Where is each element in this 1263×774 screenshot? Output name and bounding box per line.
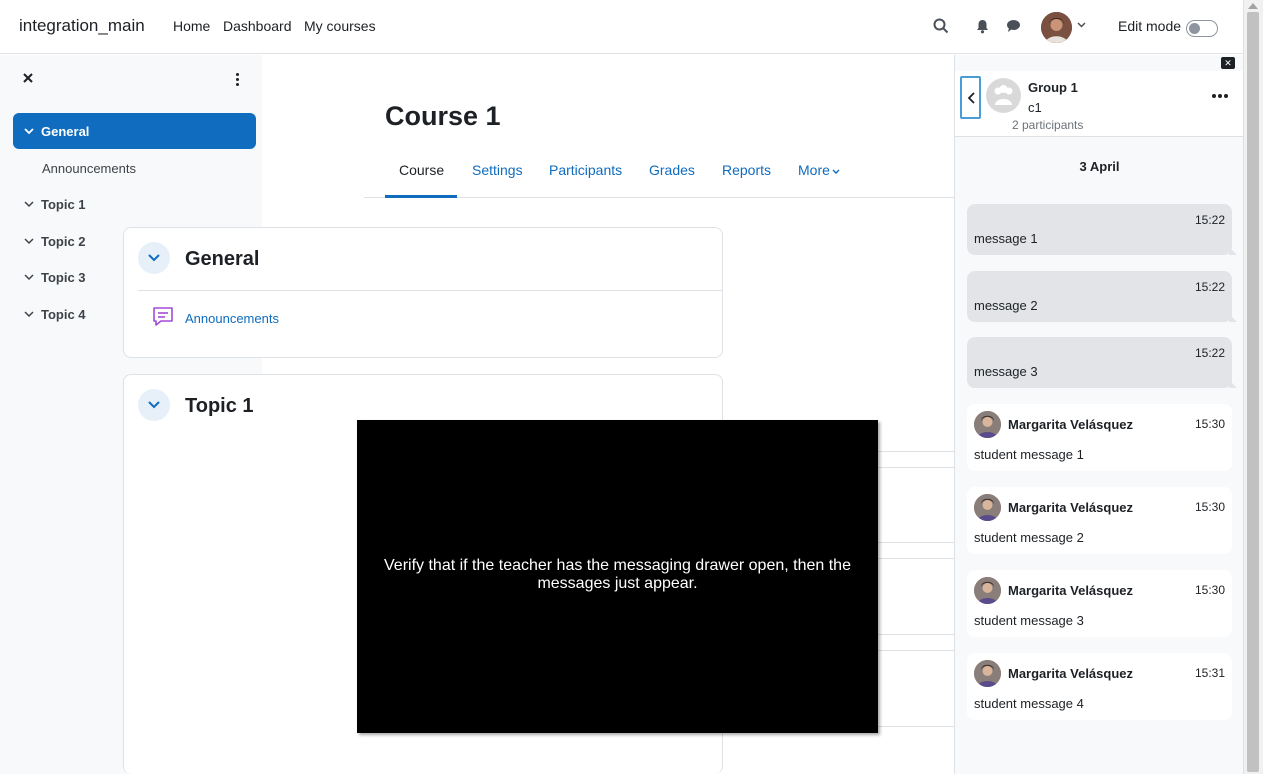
toggle-knob bbox=[1189, 23, 1200, 34]
test-caption-overlay: Verify that if the teacher has the messa… bbox=[357, 420, 878, 733]
tab-course[interactable]: Course bbox=[399, 162, 444, 178]
message-sent: 15:22 message 2 bbox=[967, 271, 1237, 322]
message-date-divider: 3 April bbox=[1079, 159, 1120, 174]
tab-grades[interactable]: Grades bbox=[649, 162, 695, 178]
user-avatar[interactable] bbox=[1041, 12, 1072, 43]
chevron-down-icon[interactable] bbox=[1077, 20, 1086, 31]
close-icon[interactable]: ✕ bbox=[1221, 57, 1235, 69]
section-title: General bbox=[185, 248, 260, 270]
top-navbar: integration_main Home Dashboard My cours… bbox=[0, 0, 1243, 54]
chevron-down-icon[interactable] bbox=[23, 270, 35, 282]
message-received: Margarita Velásquez 15:30 student messag… bbox=[967, 487, 1232, 554]
page-title: Course 1 bbox=[385, 101, 501, 131]
section-divider bbox=[138, 290, 722, 291]
course-index-item-general[interactable]: General bbox=[13, 113, 256, 149]
message-text: student message 2 bbox=[974, 530, 1084, 545]
course-index-activity-announcements[interactable]: Announcements bbox=[42, 161, 136, 176]
scroll-thumb[interactable] bbox=[1247, 12, 1259, 772]
message-text: message 3 bbox=[974, 364, 1038, 379]
conversation-subname: c1 bbox=[1028, 100, 1042, 115]
section-general: General Announcements bbox=[123, 227, 723, 358]
sender-avatar[interactable] bbox=[974, 577, 1001, 604]
bell-icon[interactable] bbox=[973, 16, 991, 36]
message-time: 15:22 bbox=[1194, 280, 1225, 294]
course-index-label: Topic 2 bbox=[41, 234, 86, 249]
sender-name: Margarita Velásquez bbox=[1008, 417, 1133, 432]
active-tab-indicator bbox=[385, 195, 457, 198]
activity-link-announcements[interactable]: Announcements bbox=[185, 311, 279, 326]
nav-dashboard[interactable]: Dashboard bbox=[223, 18, 292, 34]
message-text: message 1 bbox=[974, 231, 1038, 246]
nav-home[interactable]: Home bbox=[173, 18, 210, 34]
tab-participants[interactable]: Participants bbox=[549, 162, 622, 178]
sender-name: Margarita Velásquez bbox=[1008, 583, 1133, 598]
course-tabs: Course Settings Participants Grades Repo… bbox=[364, 155, 954, 198]
chevron-down-icon[interactable] bbox=[23, 197, 35, 209]
sender-avatar[interactable] bbox=[974, 411, 1001, 438]
group-avatar bbox=[986, 78, 1021, 113]
message-text: student message 3 bbox=[974, 613, 1084, 628]
conversation-header: Group 1 c1 2 participants bbox=[955, 71, 1244, 137]
nav-my-courses[interactable]: My courses bbox=[304, 18, 376, 34]
message-drawer: ✕ Group 1 c1 2 participants 3 April 15:2… bbox=[954, 55, 1244, 774]
message-text: student message 4 bbox=[974, 696, 1084, 711]
sender-name: Margarita Velásquez bbox=[1008, 500, 1133, 515]
message-received: Margarita Velásquez 15:30 student messag… bbox=[967, 570, 1232, 637]
message-received: Margarita Velásquez 15:31 student messag… bbox=[967, 653, 1232, 720]
sender-avatar[interactable] bbox=[974, 660, 1001, 687]
participant-count[interactable]: 2 participants bbox=[1012, 118, 1083, 132]
message-time: 15:30 bbox=[1194, 500, 1225, 514]
message-received: Margarita Velásquez 15:30 student messag… bbox=[967, 404, 1232, 471]
sender-avatar[interactable] bbox=[974, 494, 1001, 521]
chevron-down-icon[interactable] bbox=[23, 307, 35, 319]
chevron-down-icon[interactable] bbox=[23, 234, 35, 246]
section-collapse-button[interactable] bbox=[138, 242, 170, 274]
chevron-down-icon[interactable] bbox=[23, 124, 35, 136]
more-options-icon[interactable] bbox=[1212, 94, 1228, 100]
page-scrollbar[interactable] bbox=[1243, 0, 1263, 774]
course-index-label: Topic 1 bbox=[41, 197, 86, 212]
message-time: 15:31 bbox=[1194, 666, 1225, 680]
edit-mode-label: Edit mode bbox=[1118, 18, 1182, 34]
message-sent: 15:22 message 1 bbox=[967, 204, 1237, 255]
message-sent: 15:22 message 3 bbox=[967, 337, 1237, 388]
chat-icon[interactable] bbox=[1004, 16, 1022, 36]
message-time: 15:22 bbox=[1194, 346, 1225, 360]
course-index-label: General bbox=[41, 124, 90, 139]
close-icon[interactable] bbox=[22, 71, 34, 89]
message-text: student message 1 bbox=[974, 447, 1084, 462]
message-time: 15:22 bbox=[1194, 213, 1225, 227]
chevron-down-icon bbox=[832, 167, 840, 177]
scroll-up-arrow-icon[interactable] bbox=[1248, 3, 1258, 9]
course-index-item-topic-1[interactable]: Topic 1 bbox=[13, 186, 256, 222]
search-icon[interactable] bbox=[932, 16, 950, 36]
message-text: message 2 bbox=[974, 298, 1038, 313]
tab-reports[interactable]: Reports bbox=[722, 162, 771, 178]
back-button[interactable] bbox=[960, 76, 981, 119]
site-brand[interactable]: integration_main bbox=[19, 16, 145, 36]
edit-mode-toggle[interactable] bbox=[1186, 20, 1218, 37]
forum-icon bbox=[151, 305, 175, 329]
section-title: Topic 1 bbox=[185, 395, 254, 417]
section-collapse-button[interactable] bbox=[138, 389, 170, 421]
tab-settings[interactable]: Settings bbox=[472, 162, 523, 178]
kebab-menu-icon[interactable] bbox=[231, 73, 243, 87]
tab-more[interactable]: More bbox=[798, 162, 840, 178]
conversation-name: Group 1 bbox=[1028, 80, 1078, 95]
course-index-label: Topic 3 bbox=[41, 270, 86, 285]
message-time: 15:30 bbox=[1194, 583, 1225, 597]
message-time: 15:30 bbox=[1194, 417, 1225, 431]
course-index-label: Topic 4 bbox=[41, 307, 86, 322]
overlay-text: Verify that if the teacher has the messa… bbox=[384, 557, 851, 592]
tab-more-label: More bbox=[798, 162, 830, 178]
sender-name: Margarita Velásquez bbox=[1008, 666, 1133, 681]
